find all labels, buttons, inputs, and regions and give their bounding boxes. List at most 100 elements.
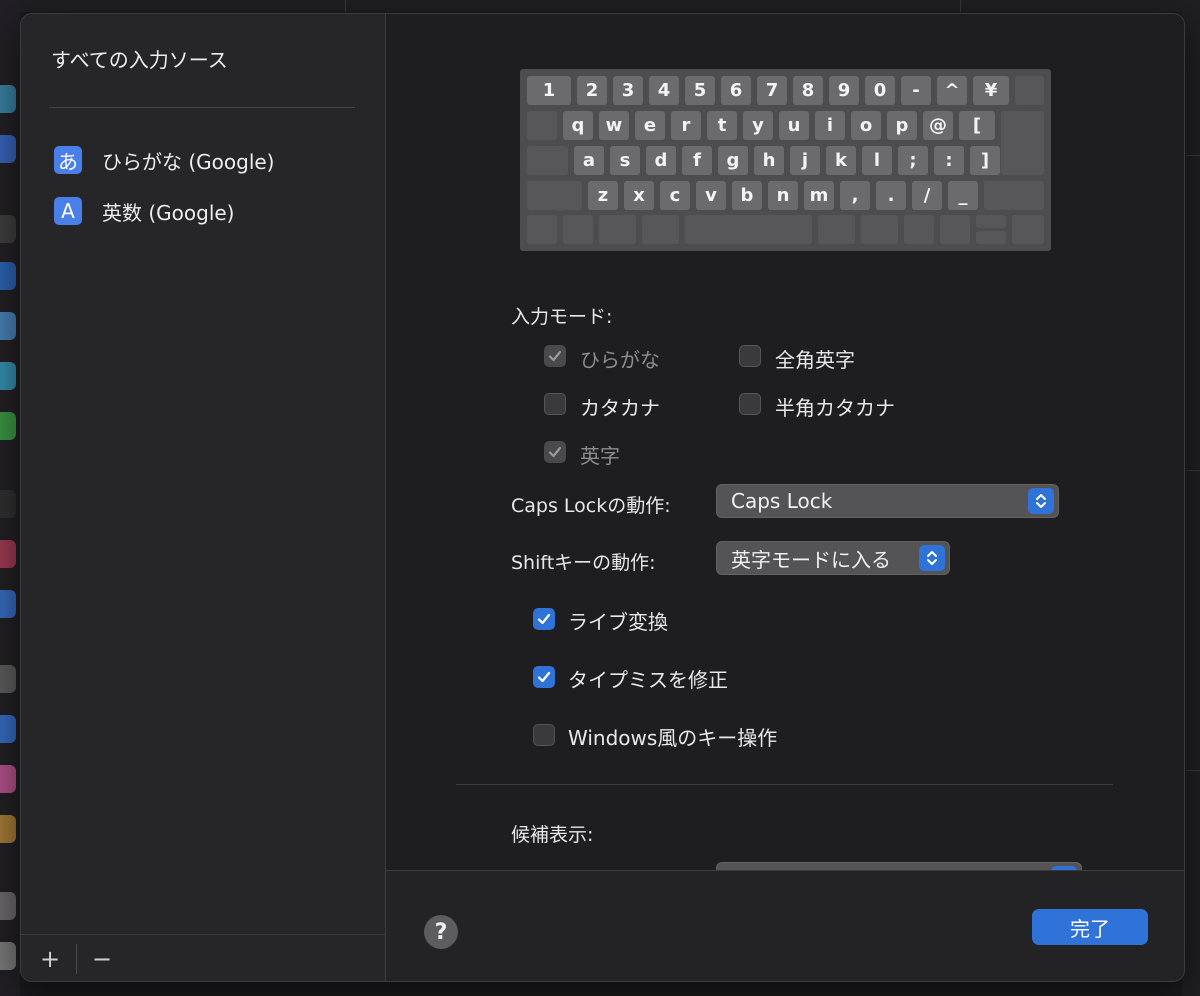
background-app-icon (0, 815, 16, 843)
katakana-checkbox[interactable] (544, 393, 566, 415)
key (642, 215, 679, 244)
key: 8 (793, 76, 823, 105)
candidates-label: 候補表示: (511, 824, 594, 846)
key: r (671, 111, 701, 140)
checkmark-icon (548, 350, 562, 362)
key: ¥ (973, 76, 1009, 105)
chevron-updown-icon (1028, 488, 1054, 514)
background-app-icon (0, 665, 16, 693)
zenkaku-eiji-checkbox[interactable] (739, 345, 761, 367)
key: 3 (613, 76, 643, 105)
key: q (563, 111, 593, 140)
key: t (707, 111, 737, 140)
add-input-source-button[interactable]: + (35, 944, 65, 974)
shift-key-label: Shiftキーの動作: (511, 552, 656, 574)
key: ^ (937, 76, 967, 105)
key (976, 231, 1006, 244)
zenkaku-eiji-label: 全角英字 (775, 348, 855, 372)
key (1015, 76, 1044, 105)
background-dock-strip (0, 0, 20, 996)
sidebar-bottom-divider (21, 934, 385, 935)
key: 4 (649, 76, 679, 105)
key: c (660, 181, 690, 210)
hiragana-input-icon: あ (54, 146, 82, 174)
checkmark-icon (537, 613, 551, 625)
chevron-updown-icon (919, 545, 945, 571)
key: @ (923, 111, 953, 140)
background-app-icon (0, 215, 16, 243)
input-source-label: ひらがな (Google) (102, 149, 275, 174)
key: - (901, 76, 931, 105)
key: ; (898, 146, 928, 175)
caps-lock-popup[interactable]: Caps Lock (716, 484, 1059, 518)
alphanumeric-input-icon: A (54, 197, 82, 225)
background-app-icon (0, 540, 16, 568)
key (818, 215, 855, 244)
key: o (851, 111, 881, 140)
key (527, 146, 568, 175)
key: [ (959, 111, 995, 140)
hiragana-label: ひらがな (580, 348, 660, 372)
key: . (876, 181, 906, 210)
background-app-icon (0, 715, 16, 743)
background-app-icon (0, 590, 16, 618)
background-app-icon (0, 362, 16, 390)
key (984, 181, 1044, 210)
checkmark-icon (548, 446, 562, 458)
key: w (599, 111, 629, 140)
input-mode-label: 入力モード: (511, 306, 613, 328)
key (563, 215, 593, 244)
key: : (934, 146, 964, 175)
background-app-icon (0, 262, 16, 290)
key: 9 (829, 76, 859, 105)
key: ] (970, 146, 1000, 175)
eiji-label: 英字 (580, 444, 620, 468)
key: f (682, 146, 712, 175)
background-app-icon (0, 490, 16, 518)
key: y (743, 111, 773, 140)
live-conversion-label: ライブ変換 (568, 610, 668, 634)
key: z (588, 181, 618, 210)
key: x (624, 181, 654, 210)
key: i (815, 111, 845, 140)
key: l (862, 146, 892, 175)
key (527, 181, 582, 210)
key: g (718, 146, 748, 175)
windows-keys-checkbox[interactable] (533, 724, 555, 746)
key: 1 (527, 76, 571, 105)
keyboard-layout-preview: 1 2 3 4 5 6 7 8 9 0 - ^ ¥ q w e r t y u … (520, 69, 1051, 251)
done-button[interactable]: 完了 (1032, 909, 1148, 945)
key: v (696, 181, 726, 210)
key (599, 215, 636, 244)
typo-correction-label: タイプミスを修正 (568, 668, 728, 692)
input-source-sidebar: すべての入力ソース あ ひらがな (Google) A 英数 (Google) … (21, 14, 386, 981)
section-divider (456, 784, 1113, 785)
input-source-item-eisu[interactable]: A 英数 (Google) (54, 196, 235, 226)
key: 2 (577, 76, 607, 105)
key (1012, 215, 1044, 244)
sidebar-divider (49, 107, 355, 108)
background-app-icon (0, 892, 16, 920)
key: , (840, 181, 870, 210)
key: h (754, 146, 784, 175)
shift-key-popup[interactable]: 英字モードに入る (716, 541, 950, 575)
key: / (912, 181, 942, 210)
key: e (635, 111, 665, 140)
katakana-label: カタカナ (580, 396, 660, 420)
typo-correction-checkbox[interactable] (533, 666, 555, 688)
windows-keys-label: Windows風のキー操作 (568, 726, 778, 750)
key: p (887, 111, 917, 140)
remove-input-source-button[interactable]: − (87, 944, 117, 974)
hankaku-katakana-checkbox[interactable] (739, 393, 761, 415)
background-app-icon (0, 312, 16, 340)
space-key (685, 215, 812, 244)
key: 7 (757, 76, 787, 105)
help-button[interactable]: ? (424, 915, 458, 949)
key (940, 215, 970, 244)
key: u (779, 111, 809, 140)
key (861, 215, 898, 244)
live-conversion-checkbox[interactable] (533, 608, 555, 630)
key (527, 215, 557, 244)
input-source-item-hiragana[interactable]: あ ひらがな (Google) (54, 145, 275, 175)
key: 0 (865, 76, 895, 105)
